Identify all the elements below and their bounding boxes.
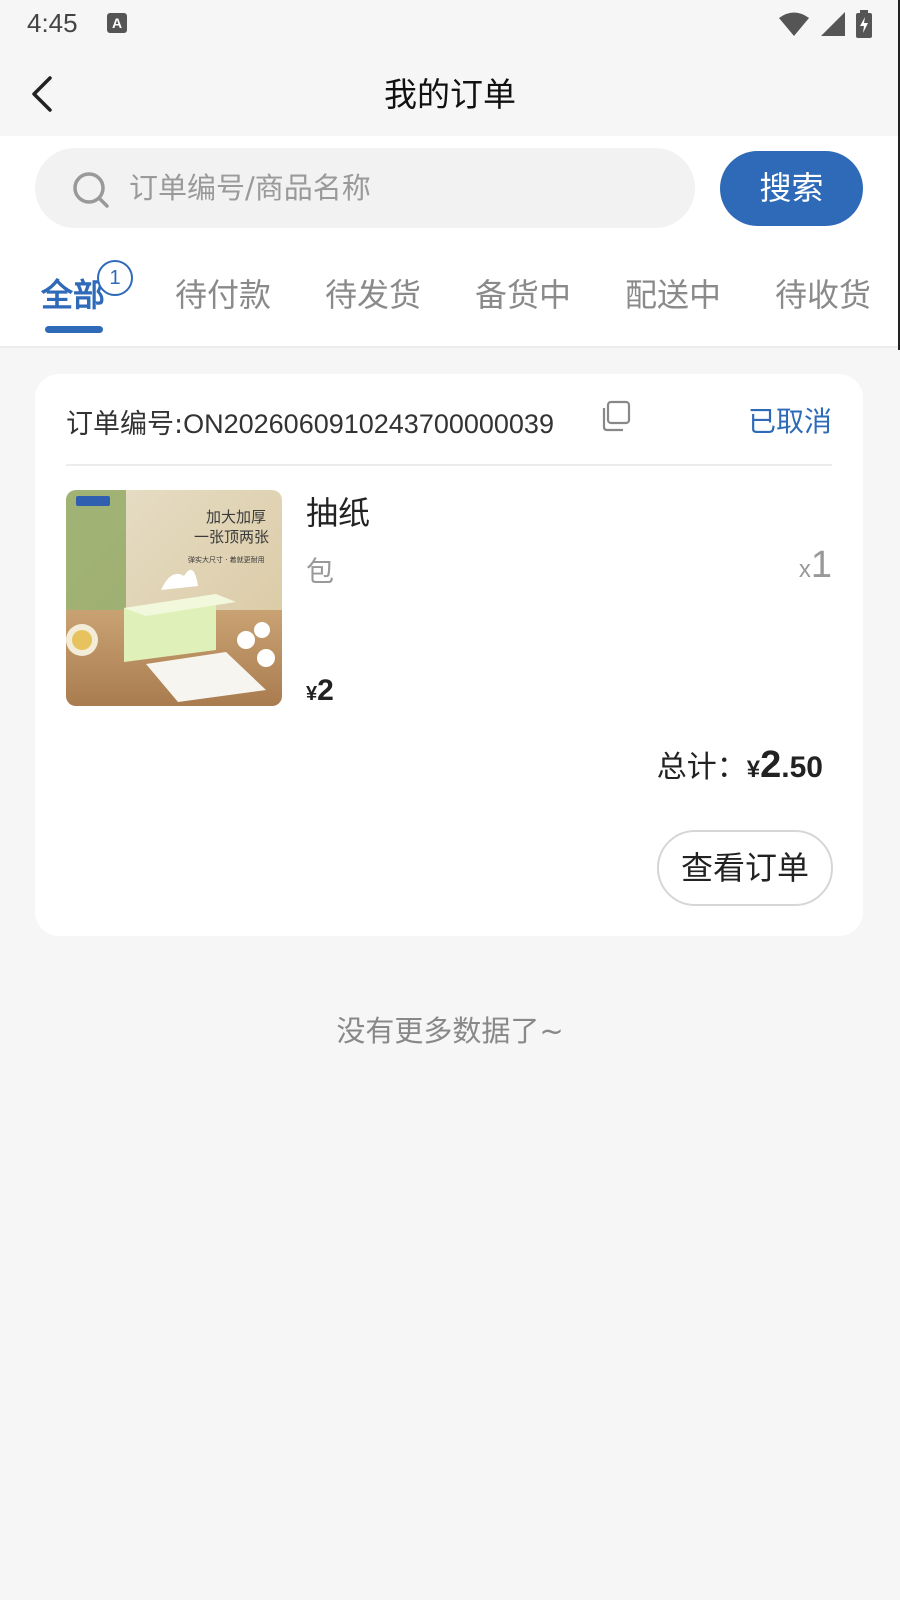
price-value: 2: [317, 674, 334, 707]
product-image-text-3: 弹实大尺寸 · 着就更耐用: [188, 555, 265, 564]
product-image-text-1: 加大加厚: [206, 508, 266, 526]
order-status: 已取消: [747, 405, 832, 438]
view-order-button[interactable]: 查看订单: [657, 830, 833, 906]
order-number: 订单编号:ON2026060910243700000039: [66, 402, 554, 441]
total-integer: 2: [760, 744, 782, 786]
product-quantity: x1: [799, 544, 832, 587]
status-bar: 4:45 A: [0, 0, 900, 52]
search-icon: [73, 172, 109, 208]
search-button[interactable]: 搜索: [720, 151, 863, 226]
tab-all-badge: 1: [97, 260, 133, 296]
tab-preparing[interactable]: 备货中: [475, 270, 571, 316]
product-price: ¥2: [306, 674, 334, 708]
total-label: 总计：: [656, 750, 747, 785]
tab-pending-payment[interactable]: 待付款: [175, 270, 271, 316]
battery-icon: [856, 10, 872, 38]
product-image-text-2: 一张顶两张: [194, 528, 269, 546]
product-image[interactable]: 加大加厚 一张顶两张 弹实大尺寸 · 着就更耐用: [66, 490, 282, 706]
total-currency: ¥: [746, 756, 761, 783]
status-time: 4:45: [27, 8, 78, 38]
tab-active-indicator: [45, 326, 103, 333]
price-currency: ¥: [306, 683, 318, 705]
tab-pending-shipment[interactable]: 待发货: [325, 270, 421, 316]
tab-delivering[interactable]: 配送中: [625, 270, 721, 316]
quantity-prefix: x: [798, 556, 811, 583]
status-icons: [778, 10, 872, 38]
divider: [66, 464, 832, 466]
order-total: 总计：¥2.50: [657, 742, 823, 787]
tab-pending-receipt[interactable]: 待收货: [775, 270, 871, 316]
product-name: 抽纸: [306, 494, 371, 532]
search-input[interactable]: [129, 160, 669, 216]
signal-icon: [821, 12, 845, 36]
order-number-label: 订单编号:: [66, 409, 184, 440]
search-box[interactable]: [35, 148, 695, 228]
product-spec: 包: [306, 555, 335, 588]
wifi-icon: [779, 12, 809, 36]
header-panel: 搜索 全部 1 待付款 待发货 备货中 配送中 待收货: [0, 136, 900, 348]
page-title: 我的订单: [384, 75, 516, 114]
tab-all[interactable]: 全部: [41, 270, 105, 316]
notification-icon: A: [107, 13, 127, 33]
order-number-value: ON2026060910243700000039: [183, 409, 554, 439]
nav-bar: 我的订单: [0, 52, 900, 136]
total-decimal: .50: [781, 751, 823, 784]
quantity-value: 1: [810, 544, 832, 586]
order-card[interactable]: 订单编号:ON2026060910243700000039 已取消 加大加厚 一…: [35, 374, 863, 936]
copy-icon[interactable]: [599, 400, 631, 432]
no-more-data-text: 没有更多数据了~: [336, 1014, 564, 1048]
order-tabs: 全部 1 待付款 待发货 备货中 配送中 待收货: [0, 256, 900, 346]
